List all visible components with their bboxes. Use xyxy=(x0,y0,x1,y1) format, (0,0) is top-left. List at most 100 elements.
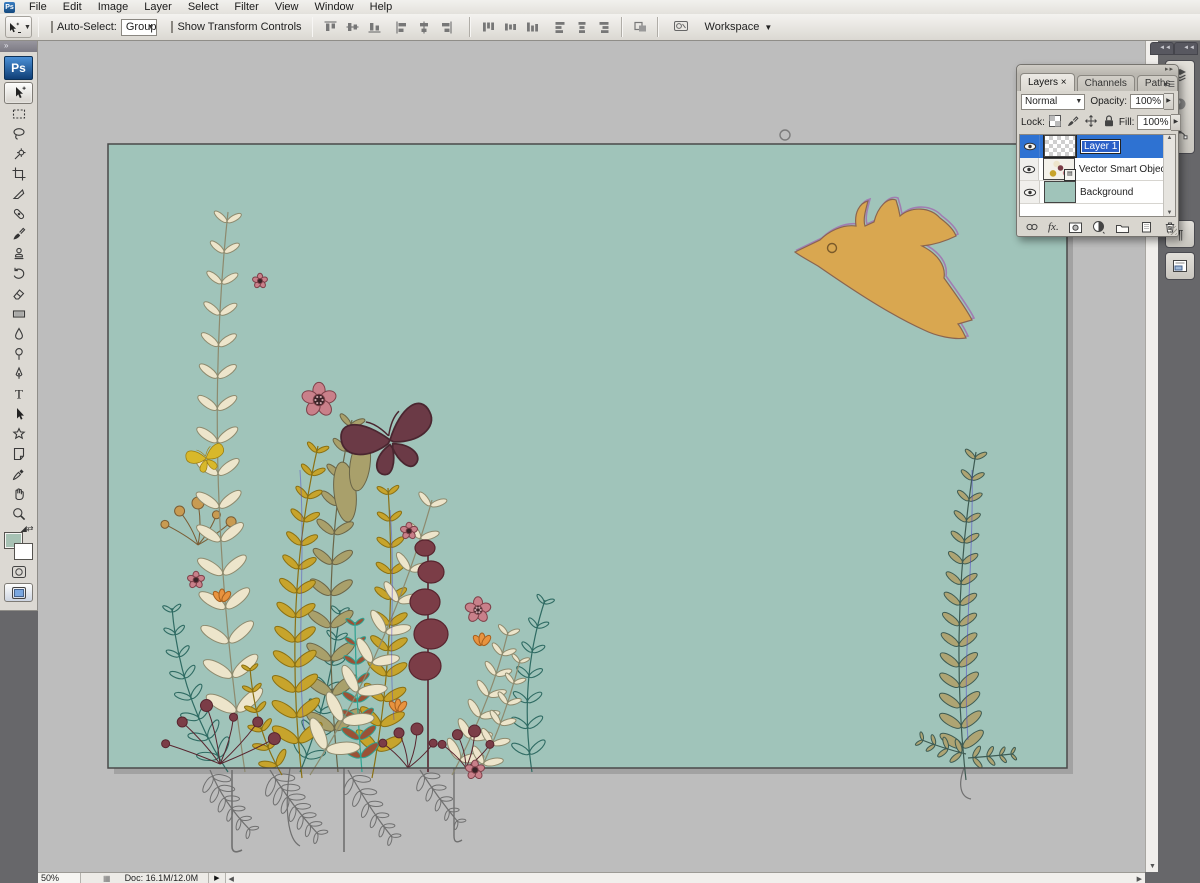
path-selection-tool[interactable] xyxy=(4,404,33,424)
document-size-info[interactable]: Doc: 16.1M/12.0M xyxy=(115,873,210,883)
rectangular-marquee-tool[interactable] xyxy=(4,104,33,124)
auto-select-checkbox[interactable] xyxy=(51,21,53,33)
go-to-bridge-button[interactable] xyxy=(673,18,689,36)
quick-selection-tool[interactable] xyxy=(4,144,33,164)
layer-row-layer-1[interactable]: Layer 1 xyxy=(1020,135,1175,158)
blur-tool[interactable] xyxy=(4,324,33,344)
layer-list-scrollbar[interactable]: ▲ ▼ xyxy=(1163,135,1175,216)
photoshop-logo-button[interactable]: Ps xyxy=(4,56,33,80)
dropdown-arrow-icon: ▼ xyxy=(1075,98,1082,105)
hand-tool[interactable] xyxy=(4,484,33,504)
show-transform-checkbox[interactable] xyxy=(171,21,173,33)
crop-tool[interactable] xyxy=(4,164,33,184)
opacity-slider-arrow[interactable]: ▶ xyxy=(1164,93,1174,110)
new-layer-icon[interactable] xyxy=(1139,220,1154,234)
align-top-edges-button[interactable] xyxy=(319,18,341,36)
menu-help[interactable]: Help xyxy=(362,0,401,14)
zoom-level-field[interactable]: 50% xyxy=(38,873,81,883)
menu-view[interactable]: View xyxy=(267,0,307,14)
status-options-arrow[interactable]: ▶ xyxy=(209,873,225,883)
zoom-tool[interactable] xyxy=(4,504,33,524)
align-left-edges-button[interactable] xyxy=(391,18,413,36)
menu-window[interactable]: Window xyxy=(307,0,362,14)
tab-channels[interactable]: Channels xyxy=(1077,75,1135,91)
auto-select-dropdown[interactable]: Group▼ xyxy=(121,19,158,36)
scroll-up-arrow[interactable]: ▲ xyxy=(1167,135,1173,141)
menu-select[interactable]: Select xyxy=(180,0,227,14)
screen-mode-button[interactable] xyxy=(4,583,33,602)
layer-thumbnail[interactable]: ▤ xyxy=(1043,158,1075,180)
scroll-down-arrow[interactable]: ▼ xyxy=(1149,861,1156,872)
distribute-top-edges-button[interactable] xyxy=(477,18,499,36)
auto-align-layers-button[interactable] xyxy=(629,18,651,36)
type-tool[interactable]: T xyxy=(4,384,33,404)
layer-row-background[interactable]: Background xyxy=(1020,181,1175,204)
layer-comps-panel-icon[interactable] xyxy=(1165,252,1195,280)
layer-visibility-eye-icon[interactable] xyxy=(1020,135,1040,157)
toolbar-collapse-header[interactable]: » xyxy=(0,40,37,52)
healing-brush-tool[interactable] xyxy=(4,204,33,224)
workspace-button[interactable]: Workspace▼ xyxy=(697,19,781,35)
menu-image[interactable]: Image xyxy=(90,0,137,14)
gradient-tool[interactable] xyxy=(4,304,33,324)
quick-mask-button[interactable] xyxy=(4,562,33,581)
blend-mode-dropdown[interactable]: Normal▼ xyxy=(1021,94,1085,110)
adjustment-layer-icon[interactable] xyxy=(1092,220,1106,234)
align-bottom-edges-button[interactable] xyxy=(363,18,385,36)
history-brush-tool[interactable] xyxy=(4,264,33,284)
layer-name-edit-field[interactable]: Layer 1 xyxy=(1080,139,1121,154)
pen-tool[interactable] xyxy=(4,364,33,384)
menu-layer[interactable]: Layer xyxy=(136,0,180,14)
move-tool-preset-button[interactable]: ▼ xyxy=(5,16,32,38)
distribute-bottom-edges-button[interactable] xyxy=(521,18,543,36)
lock-all-icon[interactable] xyxy=(1102,114,1116,131)
dodge-tool[interactable] xyxy=(4,344,33,364)
layer-visibility-eye-icon[interactable] xyxy=(1020,158,1039,180)
custom-shape-tool[interactable] xyxy=(4,424,33,444)
dock-collapse-button-2[interactable]: ◄◄ xyxy=(1174,42,1198,55)
add-layer-mask-icon[interactable] xyxy=(1068,221,1083,234)
distribute-vertical-centers-button[interactable] xyxy=(499,18,521,36)
scroll-down-arrow[interactable]: ▼ xyxy=(1167,210,1173,216)
new-group-icon[interactable] xyxy=(1115,221,1130,234)
document-canvas-area[interactable] xyxy=(38,40,1145,872)
lasso-tool[interactable] xyxy=(4,124,33,144)
layer-thumbnail[interactable] xyxy=(1044,135,1076,157)
lock-transparent-pixels-icon[interactable] xyxy=(1048,114,1062,131)
scroll-right-arrow[interactable]: ▶ xyxy=(1134,875,1145,883)
lock-position-icon[interactable] xyxy=(1084,114,1098,131)
menu-filter[interactable]: Filter xyxy=(226,0,266,14)
slice-tool[interactable] xyxy=(4,184,33,204)
layer-thumbnail[interactable] xyxy=(1044,181,1076,203)
tab-layers[interactable]: Layers × xyxy=(1020,73,1075,91)
brush-tool[interactable] xyxy=(4,224,33,244)
move-tool[interactable] xyxy=(4,82,33,104)
eyedropper-tool[interactable] xyxy=(4,464,33,484)
align-right-edges-button[interactable] xyxy=(435,18,457,36)
eraser-tool[interactable] xyxy=(4,284,33,304)
menu-edit[interactable]: Edit xyxy=(55,0,90,14)
distribute-left-edges-button[interactable] xyxy=(549,18,571,36)
scroll-left-arrow[interactable]: ◀ xyxy=(226,875,237,883)
menu-file[interactable]: File xyxy=(21,0,55,14)
default-colors-icon[interactable]: ◢⇄ xyxy=(21,524,34,533)
fill-field[interactable]: 100%▶ xyxy=(1137,114,1181,131)
panel-resize-grip[interactable] xyxy=(1168,226,1177,235)
layer-visibility-eye-icon[interactable] xyxy=(1020,181,1040,203)
link-layers-icon[interactable] xyxy=(1025,221,1039,233)
clone-stamp-tool[interactable] xyxy=(4,244,33,264)
horizontal-scrollbar[interactable]: ◀ ▶ xyxy=(226,873,1146,883)
distribute-right-edges-button[interactable] xyxy=(593,18,615,36)
align-horizontal-centers-button[interactable] xyxy=(413,18,435,36)
panel-menu-icon[interactable]: ▾☰ xyxy=(1164,80,1175,89)
opacity-field[interactable]: 100%▶ xyxy=(1130,93,1174,110)
distribute-horizontal-centers-button[interactable] xyxy=(571,18,593,36)
dock-collapse-button[interactable]: ◄◄ xyxy=(1150,42,1174,55)
layer-style-icon[interactable]: fx. xyxy=(1048,221,1059,233)
notes-tool[interactable] xyxy=(4,444,33,464)
background-color-swatch[interactable] xyxy=(14,543,33,560)
layer-row-vector-smart-object[interactable]: ▤Vector Smart Object xyxy=(1020,158,1175,181)
align-vertical-centers-button[interactable] xyxy=(341,18,363,36)
lock-image-pixels-icon[interactable] xyxy=(1066,114,1080,131)
fill-slider-arrow[interactable]: ▶ xyxy=(1171,114,1181,131)
